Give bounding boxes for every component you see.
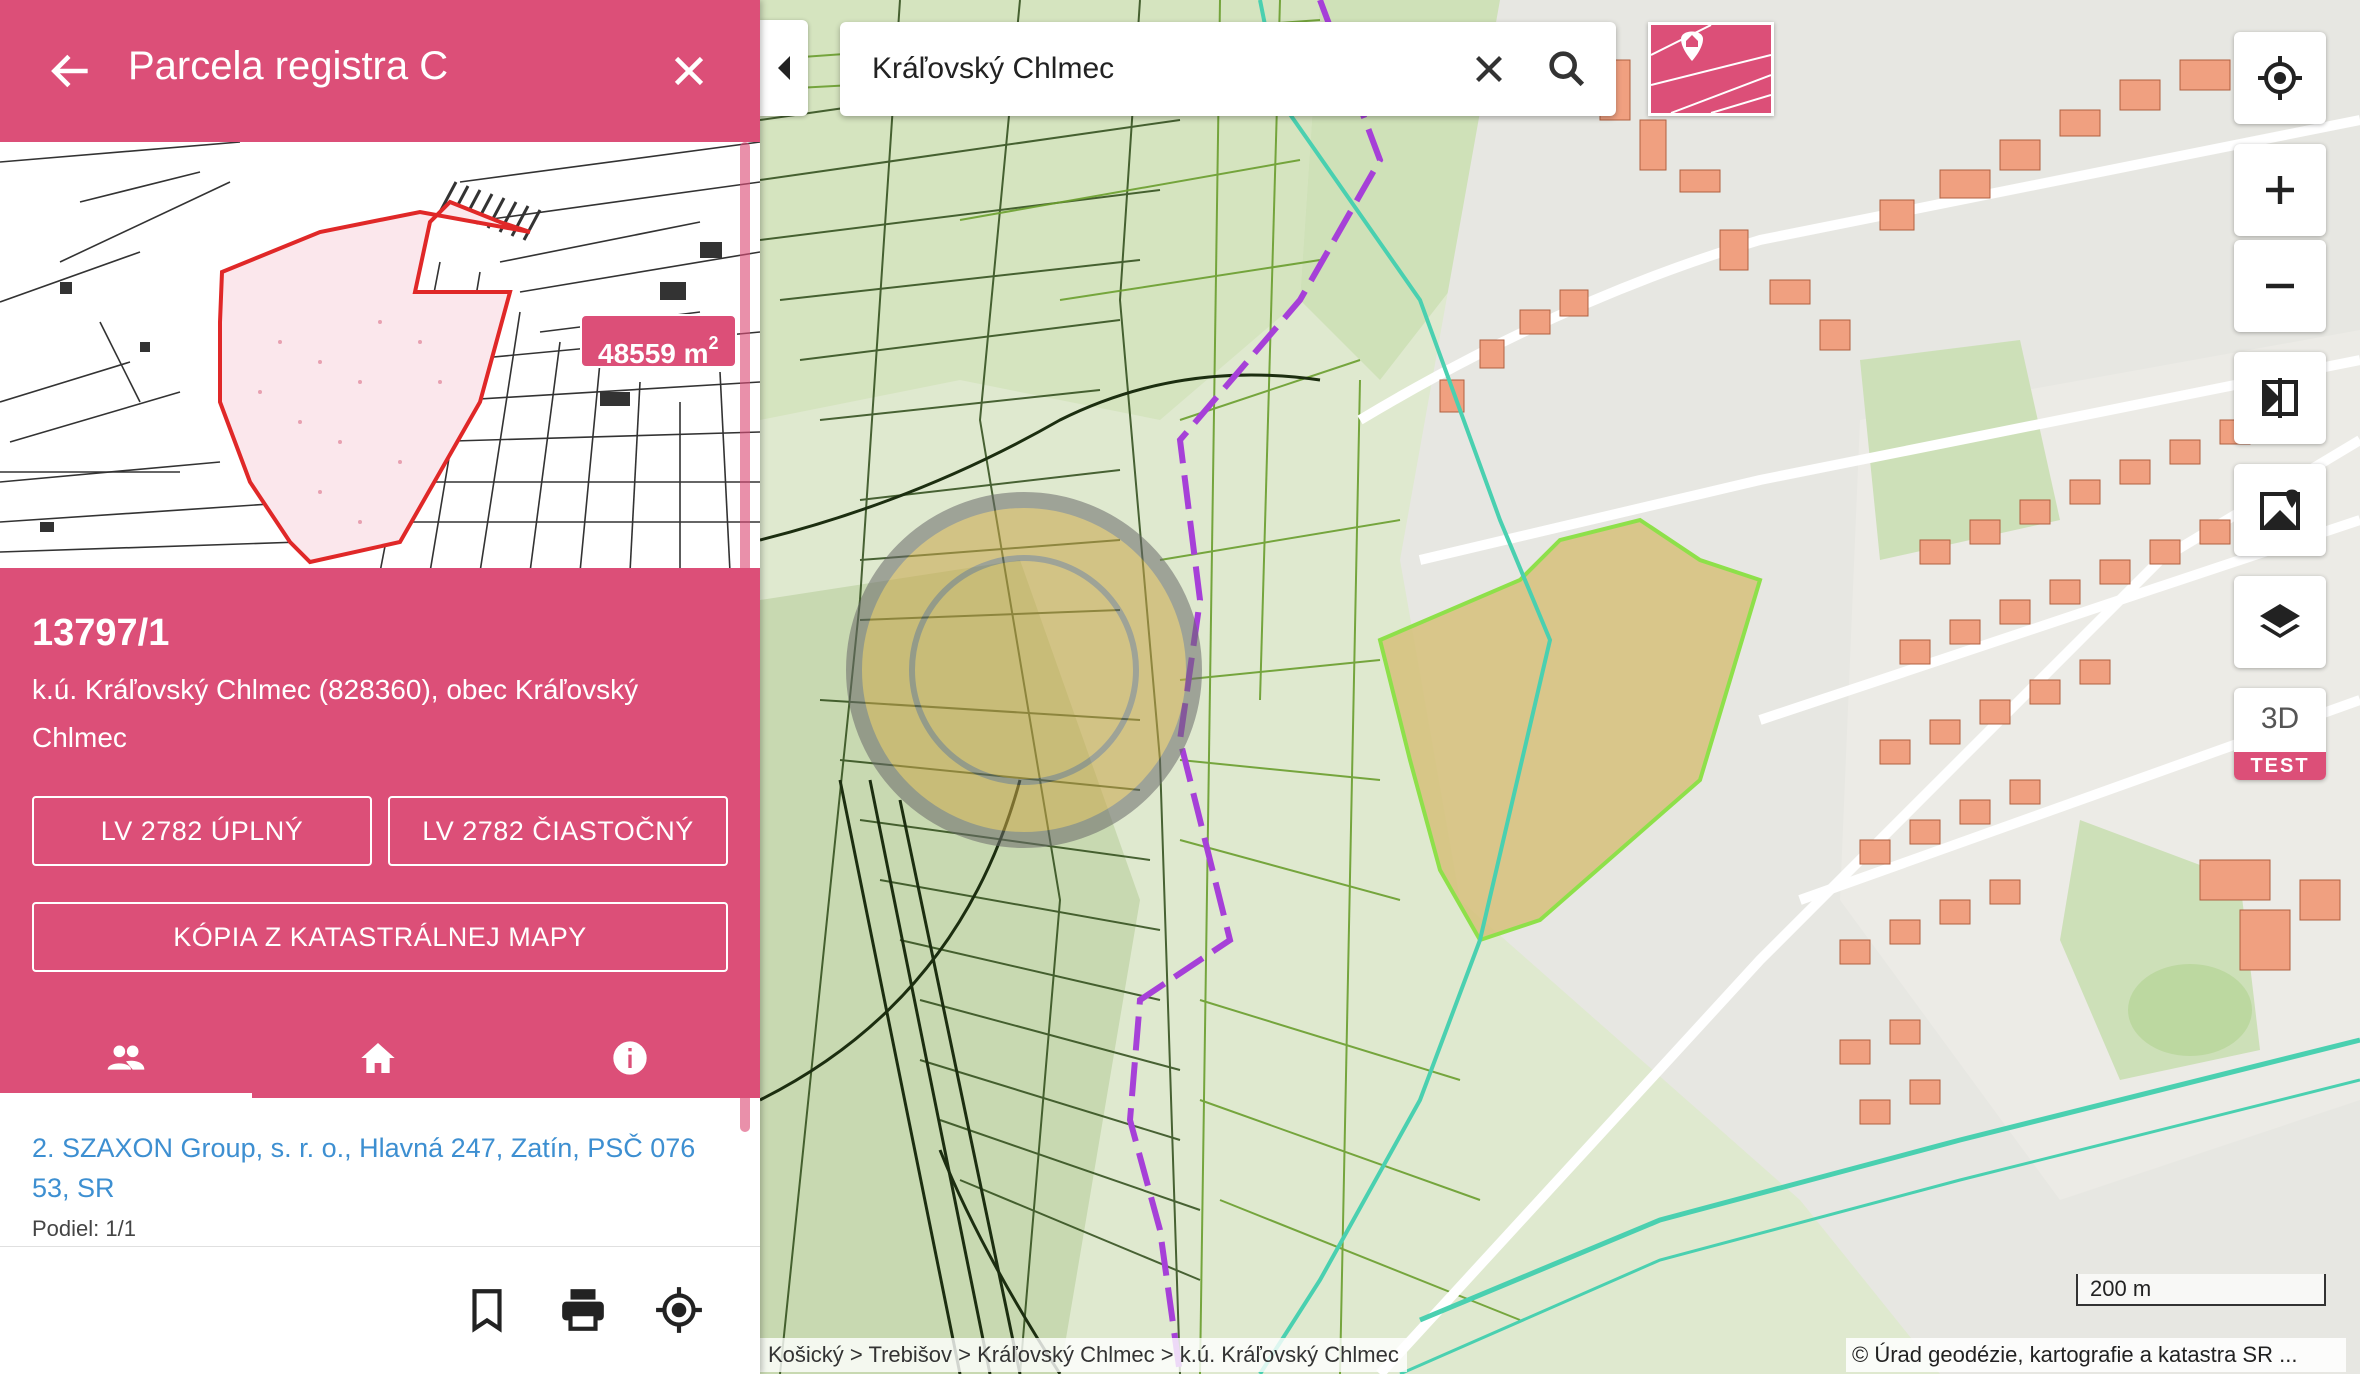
close-icon[interactable] [664,46,714,96]
back-arrow-icon[interactable] [46,46,96,96]
owner-entry: 2. SZAXON Group, s. r. o., Hlavná 247, Z… [0,1098,760,1246]
locate-parcel-icon[interactable] [654,1285,704,1335]
area-value: 48559 m [598,338,709,369]
map-copy-button[interactable]: KÓPIA Z KATASTRÁLNEJ MAPY [32,902,728,972]
info-icon [613,1041,647,1075]
parcel-detail-panel: Parcela registra C 48559 m2 13797/1 k.ú.… [0,0,760,1374]
search-input[interactable]: Kráľovský Chlmec [872,52,1114,86]
compare-icon [2262,378,2298,418]
parcel-location: k.ú. Kráľovský Chlmec (828360), obec Krá… [32,674,639,753]
page-title: Parcela registra C [128,44,449,88]
app-logo[interactable] [1648,22,1774,116]
collapse-panel-button[interactable] [760,20,808,116]
print-icon[interactable] [558,1285,608,1335]
cadastral-map[interactable] [760,0,2360,1374]
copyright-notice: © Úrad geodézie, kartografie a katastra … [1846,1338,2346,1372]
zoom-in-button[interactable] [2234,144,2326,236]
scale-label: 200 m [2090,1276,2152,1301]
scale-bar: 200 m [2076,1274,2326,1306]
owner-link[interactable]: 2. SZAXON Group, s. r. o., Hlavná 247, Z… [32,1128,722,1208]
owner-share: Podiel: 1/1 [32,1216,136,1241]
zoom-out-button[interactable] [2234,240,2326,332]
layers-button[interactable] [2234,576,2326,668]
area-badge: 48559 m2 [580,314,737,369]
tab-owners[interactable] [0,1018,252,1098]
bottom-action-bar [0,1246,760,1374]
caret-left-icon [778,56,790,80]
home-icon [361,1043,395,1073]
parcel-number: 13797/1 [32,612,170,654]
tab-property[interactable] [252,1018,504,1098]
tab-info[interactable] [504,1018,756,1098]
zoom-out-icon [2266,283,2294,289]
scrollbar-thumb[interactable] [740,142,750,1132]
detail-tabs [0,1018,760,1098]
search-bar[interactable]: Kráľovský Chlmec [840,22,1616,116]
3d-label: 3D [2260,702,2300,735]
search-icon[interactable] [1544,46,1590,92]
bookmark-icon[interactable] [462,1285,512,1335]
panel-scrollbar[interactable] [740,142,750,1132]
lv-partial-button[interactable]: LV 2782 ČIASTOČNÝ [388,796,728,866]
parcel-thumbnail-map[interactable]: 48559 m2 [0,142,760,572]
layers-icon [2260,604,2300,638]
panel-header: Parcela registra C [0,0,760,142]
clear-icon[interactable] [1466,46,1512,92]
map-marker-icon [2260,489,2300,530]
my-location-button[interactable] [2234,32,2326,124]
geo-map-button[interactable] [2234,464,2326,556]
zoom-in-icon [2266,176,2294,204]
cadastre-logo-icon [1650,24,1772,114]
lv-full-button[interactable]: LV 2782 ÚPLNÝ [32,796,372,866]
area-unit-superscript: 2 [708,333,719,353]
people-icon [107,1045,145,1070]
my-location-icon [2258,56,2302,100]
3d-view-button[interactable]: 3D TEST [2234,688,2326,780]
test-badge: TEST [2234,752,2326,780]
map-canvas[interactable] [760,0,2360,1374]
compare-button[interactable] [2234,352,2326,444]
breadcrumb[interactable]: Košický > Trebišov > Kráľovský Chlmec > … [760,1338,1407,1372]
